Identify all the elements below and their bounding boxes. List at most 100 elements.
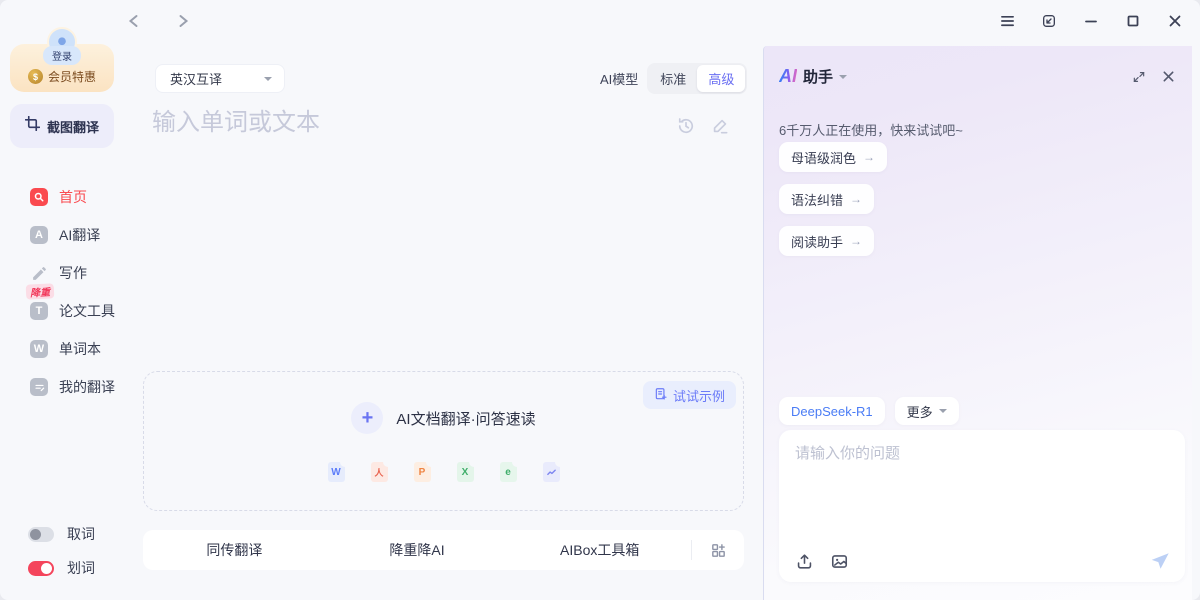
menu-icon[interactable] xyxy=(992,8,1022,34)
mini-mode-icon[interactable] xyxy=(1034,8,1064,34)
file-type-icons: W 人 P X e xyxy=(144,462,743,482)
quick-action-grammar[interactable]: 语法纠错 → xyxy=(779,184,874,214)
history-icon[interactable] xyxy=(676,116,696,136)
arrow-right-icon: → xyxy=(850,192,862,206)
word-capture-toggle[interactable] xyxy=(28,527,54,542)
maximize-icon[interactable] xyxy=(1118,8,1148,34)
word-capture-row: 取词 xyxy=(28,524,95,544)
ai-model-segmented: 标准 高级 xyxy=(647,63,747,94)
example-doc-icon xyxy=(654,387,668,404)
sidebar-item-label: 论文工具 xyxy=(59,301,115,321)
chat-attachment-icons xyxy=(795,552,849,571)
model-option-advanced[interactable]: 高级 xyxy=(697,65,745,92)
sidebar-item-label: 写作 xyxy=(59,263,87,283)
word-select-row: 划词 xyxy=(28,558,95,578)
ppt-file-icon: P xyxy=(414,462,431,482)
quick-action-polish[interactable]: 母语级润色 → xyxy=(779,142,887,172)
document-dropzone[interactable]: 试试示例 + AI文档翻译·问答速读 W 人 P X e xyxy=(143,371,744,511)
ai-model-row: AI模型 标准 高级 xyxy=(600,63,747,94)
word-capture-label: 取词 xyxy=(67,524,95,544)
deepseek-model-button[interactable]: DeepSeek-R1 xyxy=(779,397,885,425)
tool-simultaneous-translate[interactable]: 同传翻译 xyxy=(143,540,326,560)
word-select-label: 划词 xyxy=(67,558,95,578)
model-option-standard[interactable]: 标准 xyxy=(649,65,697,92)
dropzone-title: AI文档翻译·问答速读 xyxy=(396,408,535,429)
upload-image-icon[interactable] xyxy=(830,552,849,571)
apps-grid-icon[interactable] xyxy=(692,542,744,559)
sidebar-item-writing[interactable]: 写作 xyxy=(0,254,128,292)
sidebar-item-paper-tools[interactable]: 降重 T 论文工具 xyxy=(0,292,128,330)
screenshot-translate-button[interactable]: 截图翻译 xyxy=(10,104,114,148)
chevron-down-icon xyxy=(264,77,272,85)
close-window-icon[interactable] xyxy=(1160,8,1190,34)
sidebar-item-wordbook[interactable]: W 单词本 xyxy=(0,330,128,368)
sidebar-item-home[interactable]: 首页 xyxy=(0,178,128,216)
tool-aibox[interactable]: AIBox工具箱 xyxy=(508,540,691,560)
language-pair-label: 英汉互译 xyxy=(170,69,222,88)
footer-toolbar: 同传翻译 降重降AI AIBox工具箱 xyxy=(143,530,744,570)
upload-file-icon[interactable] xyxy=(795,552,814,571)
word-file-icon: W xyxy=(328,462,345,482)
assistant-subtitle: 6千万人正在使用，快来试试吧~ xyxy=(779,120,963,139)
home-search-icon xyxy=(30,188,48,206)
sidebar-item-label: 首页 xyxy=(59,187,87,207)
nav-forward-icon[interactable] xyxy=(171,10,195,32)
word-select-toggle[interactable] xyxy=(28,561,54,576)
edit-icon[interactable] xyxy=(710,116,730,136)
assistant-title: 助手 xyxy=(803,66,833,87)
translate-input[interactable] xyxy=(152,103,622,143)
assistant-header[interactable]: AI 助手 xyxy=(779,66,847,87)
ai-translate-icon: A xyxy=(30,226,48,244)
sidebar-item-label: 单词本 xyxy=(59,339,101,359)
vip-button[interactable]: $ 会员特惠 xyxy=(28,68,96,85)
quick-actions: 母语级润色 → 语法纠错 → 阅读助手 → xyxy=(779,142,887,256)
crop-icon xyxy=(25,116,40,136)
expand-panel-icon[interactable] xyxy=(1132,70,1146,84)
chevron-down-icon xyxy=(839,75,847,83)
sidebar-menu: 首页 A AI翻译 写作 降重 T 论文工具 W 单词本 我的翻译 xyxy=(0,178,128,406)
vip-label: 会员特惠 xyxy=(48,68,96,85)
assistant-header-icons xyxy=(1132,70,1176,84)
language-pair-select[interactable]: 英汉互译 xyxy=(155,64,285,93)
dropzone-center: + AI文档翻译·问答速读 xyxy=(144,402,743,434)
ai-logo: AI xyxy=(779,66,797,87)
sidebar-item-my-translations[interactable]: 我的翻译 xyxy=(0,368,128,406)
pdf-file-icon: 人 xyxy=(371,462,388,482)
more-models-button[interactable]: 更多 xyxy=(895,397,959,425)
window-controls xyxy=(992,8,1190,34)
pencil-icon xyxy=(30,264,48,282)
paper-tools-badge: 降重 xyxy=(26,283,55,299)
wordbook-icon: W xyxy=(30,340,48,358)
chevron-down-icon xyxy=(939,409,947,417)
user-card[interactable]: 登录 $ 会员特惠 xyxy=(10,44,114,92)
app-window: 登录 $ 会员特惠 截图翻译 首页 A AI翻译 写作 降重 xyxy=(0,0,1200,600)
chat-input-card xyxy=(779,430,1185,582)
paper-tools-icon: T xyxy=(30,302,48,320)
coin-icon: $ xyxy=(28,69,43,84)
my-translations-icon xyxy=(30,378,48,396)
ai-model-label: AI模型 xyxy=(600,69,638,88)
send-icon[interactable] xyxy=(1149,550,1171,572)
ebook-file-icon: e xyxy=(500,462,517,482)
more-label: 更多 xyxy=(907,402,933,421)
add-document-button[interactable]: + xyxy=(351,402,383,434)
arrow-right-icon: → xyxy=(863,150,875,164)
minimize-icon[interactable] xyxy=(1076,8,1106,34)
sidebar-item-ai-translate[interactable]: A AI翻译 xyxy=(0,216,128,254)
tool-reduce-ai[interactable]: 降重降AI xyxy=(326,540,509,560)
nav-back-icon[interactable] xyxy=(121,10,145,32)
login-badge[interactable]: 登录 xyxy=(43,46,81,65)
model-pills: DeepSeek-R1 更多 xyxy=(779,397,959,425)
sidebar-item-label: AI翻译 xyxy=(59,225,100,245)
arrow-right-icon: → xyxy=(850,234,862,248)
quick-action-label: 阅读助手 xyxy=(791,232,843,251)
input-action-icons xyxy=(676,116,730,136)
close-panel-icon[interactable] xyxy=(1162,70,1176,84)
ai-assistant-panel: AI 助手 6千万人正在使用，快来试试吧~ 母语级润色 → 语法纠错 → 阅读助… xyxy=(763,46,1192,600)
chat-input[interactable] xyxy=(795,442,1169,537)
excel-file-icon: X xyxy=(457,462,474,482)
sidebar-item-label: 我的翻译 xyxy=(59,377,115,397)
quick-action-reading[interactable]: 阅读助手 → xyxy=(779,226,874,256)
quick-action-label: 母语级润色 xyxy=(791,148,856,167)
screenshot-translate-label: 截图翻译 xyxy=(47,117,99,136)
